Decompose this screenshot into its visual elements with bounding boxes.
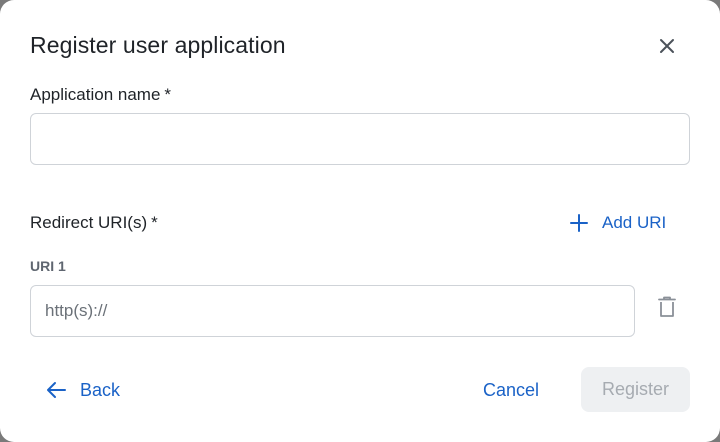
back-button[interactable]: Back [46,374,120,406]
register-application-dialog: Register user application Application na… [0,0,720,442]
add-uri-button[interactable]: Add URI [566,208,666,238]
application-name-input[interactable] [30,113,690,165]
trash-icon [658,296,676,317]
plus-icon [566,210,592,236]
application-name-label: Application name * [30,85,171,105]
delete-uri-1-button[interactable] [655,294,679,320]
application-name-label-text: Application name [30,85,161,104]
add-uri-label: Add URI [602,213,667,232]
close-icon [660,39,674,53]
back-label: Back [80,379,121,400]
required-marker: * [151,213,158,232]
arrow-left-icon [46,379,68,401]
cancel-button[interactable]: Cancel [483,374,539,406]
dialog-title: Register user application [30,32,286,58]
uri-1-label: URI 1 [30,258,66,274]
register-button[interactable]: Register [581,367,690,412]
close-button[interactable] [652,31,682,61]
redirect-uris-label-text: Redirect URI(s) [30,213,148,232]
required-marker: * [164,85,172,104]
redirect-uris-label: Redirect URI(s) * [30,213,158,233]
uri-1-input[interactable] [30,285,635,337]
